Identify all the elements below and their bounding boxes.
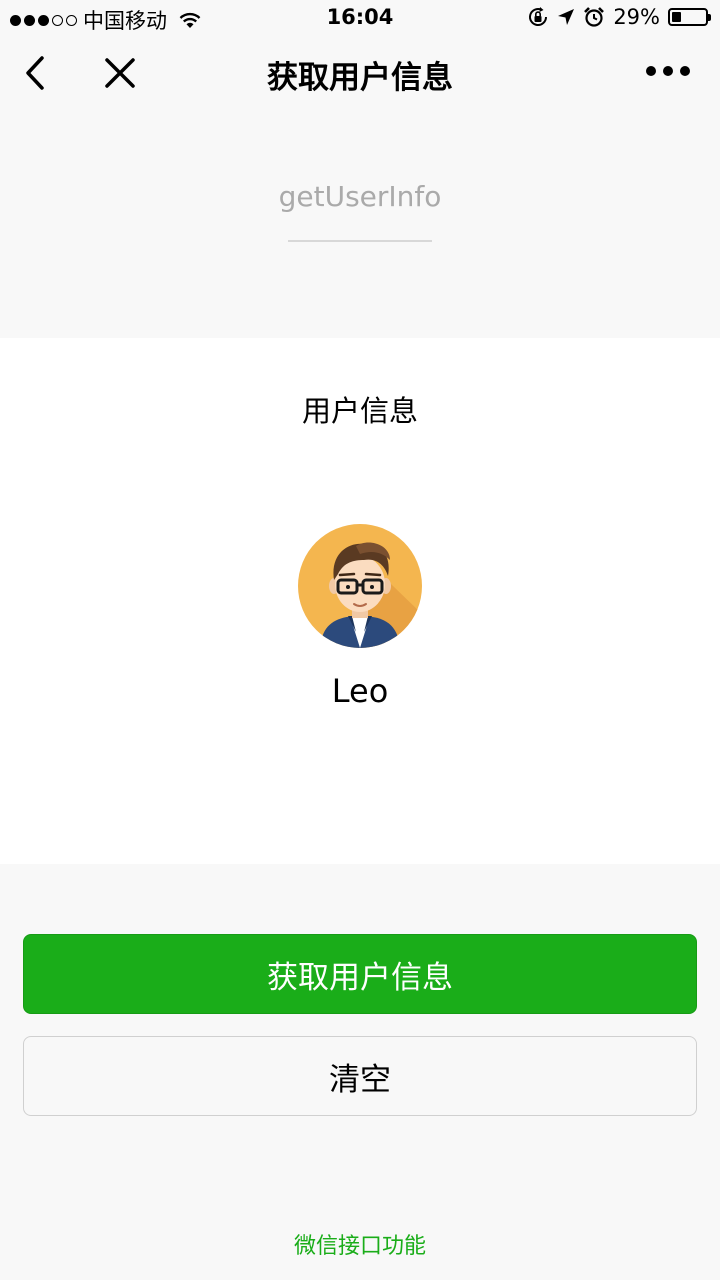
status-right: 29% [527,5,711,29]
avatar [298,524,422,648]
more-dot [646,66,656,76]
page: 中国移动 16:04 29% 获取用户信息 getUserInfo 用户信息 L… [0,0,720,1280]
battery-level-fill [672,12,682,22]
get-user-info-button[interactable]: 获取用户信息 [23,934,697,1014]
page-title: 获取用户信息 [267,60,453,96]
footer-text: 微信接口功能 [293,1234,426,1259]
api-divider [288,240,432,242]
orientation-lock-icon [529,7,548,26]
battery-percent: 29% [613,5,660,29]
user-info-panel: 用户信息 Leo [0,338,720,864]
api-name: getUserInfo [278,180,442,213]
alarm-clock-icon [584,7,605,27]
more-dot [680,66,690,76]
status-bar: 中国移动 16:04 29% [0,0,720,36]
more-dot [663,66,673,76]
user-nickname: Leo [331,672,389,710]
clear-button[interactable]: 清空 [23,1036,697,1116]
more-options-icon[interactable] [646,66,690,76]
nav-bar: 获取用户信息 [0,36,720,110]
user-info-title: 用户信息 [301,394,418,428]
location-arrow-icon [558,9,575,25]
battery-icon [668,8,711,26]
